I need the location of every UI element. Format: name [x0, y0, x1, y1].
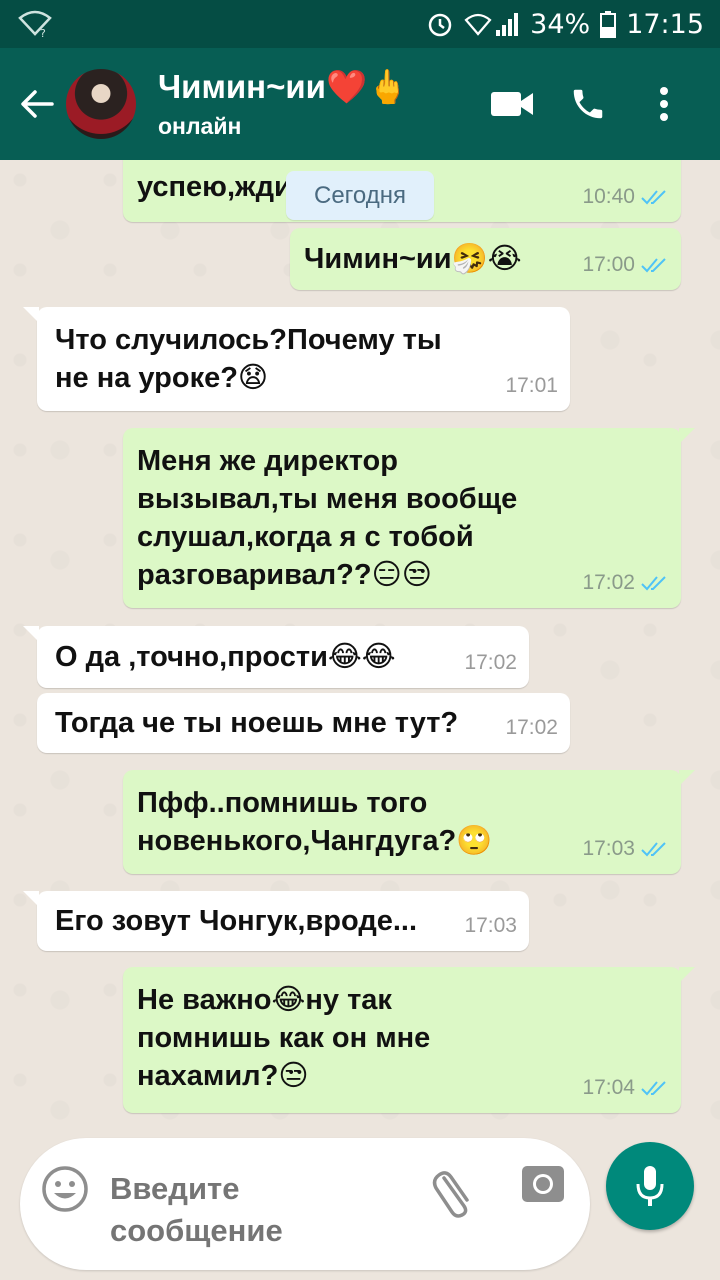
- message-text: Тогда че ты ноешь мне тут?: [55, 707, 459, 739]
- clock: 17:15: [626, 8, 704, 40]
- message-text: Чимин~ии🤧😭: [304, 243, 522, 275]
- more-menu-icon: [660, 87, 668, 121]
- camera-icon: [522, 1166, 564, 1202]
- back-button[interactable]: [8, 48, 66, 160]
- double-check-icon: [641, 258, 666, 273]
- message-time: 17:03: [464, 914, 517, 937]
- status-bar: ? 34% 17:15: [0, 0, 720, 48]
- mic-button[interactable]: [606, 1142, 694, 1230]
- camera-button[interactable]: [520, 1160, 570, 1210]
- message-time: 17:03: [582, 837, 635, 860]
- double-check-icon: [641, 1081, 666, 1096]
- battery-icon: [600, 10, 617, 38]
- contact-status: онлайн: [158, 113, 242, 139]
- message-text: О да ,точно,прости😂😂: [55, 641, 396, 673]
- date-separator: Сегодня: [286, 171, 434, 220]
- contact-info[interactable]: Чимин~ии❤️🖕 онлайн: [158, 67, 474, 141]
- attach-button[interactable]: [430, 1160, 480, 1220]
- message-input[interactable]: [110, 1168, 400, 1252]
- attach-icon: [432, 1171, 469, 1218]
- emoji-button[interactable]: [40, 1164, 90, 1214]
- battery-level: 34%: [530, 8, 591, 40]
- video-call-icon: [491, 92, 533, 116]
- chat-header: Чимин~ии❤️🖕 онлайн: [0, 48, 720, 160]
- double-check-icon: [641, 576, 666, 591]
- signal-icon: [464, 10, 520, 38]
- message-bubble[interactable]: Его зовут Чонгук,вроде... 17:03: [23, 891, 529, 951]
- message-text: Меня же директор вызывал,ты меня вообще …: [137, 445, 518, 591]
- message-composer: [20, 1138, 590, 1270]
- more-menu-button[interactable]: [626, 64, 702, 144]
- avatar[interactable]: [66, 69, 136, 139]
- message-time: 17:00: [582, 253, 635, 276]
- phone-icon: [573, 89, 603, 119]
- alarm-icon: [426, 10, 454, 38]
- message-bubble[interactable]: Тогда че ты ноешь мне тут? 17:02: [37, 693, 570, 753]
- message-bubble[interactable]: О да ,точно,прости😂😂 17:02: [23, 626, 529, 688]
- message-bubble[interactable]: Чимин~ии🤧😭 17:00: [290, 228, 681, 290]
- message-bubble[interactable]: Что случилось?Почему ты не на уроке?😧 17…: [23, 307, 570, 411]
- wifi-icon: ?: [18, 10, 52, 38]
- double-check-icon: [641, 842, 666, 857]
- double-check-icon: [641, 190, 666, 205]
- message-time: 17:02: [464, 651, 517, 674]
- message-time: 17:01: [505, 374, 558, 397]
- message-text: Что случилось?Почему ты не на уроке?😧: [55, 324, 442, 394]
- message-time: 17:04: [582, 1076, 635, 1099]
- contact-name: Чимин~ии❤️🖕: [158, 68, 409, 105]
- voice-call-button[interactable]: [550, 64, 626, 144]
- message-time: 10:40: [582, 185, 635, 208]
- message-bubble[interactable]: Меня же директор вызывал,ты меня вообще …: [123, 428, 695, 608]
- svg-text:?: ?: [40, 27, 46, 38]
- emoji-icon: [42, 1166, 88, 1212]
- back-arrow-icon: [21, 90, 54, 118]
- message-bubble[interactable]: Пфф..помнишь того новенького,Чангдуга?🙄 …: [123, 770, 695, 874]
- message-time: 17:02: [505, 716, 558, 739]
- message-text: Пфф..помнишь того новенького,Чангдуга?🙄: [137, 787, 493, 857]
- message-text: Не важно😂ну так помнишь как он мне нахам…: [137, 984, 431, 1092]
- message-text: Его зовут Чонгук,вроде...: [55, 905, 418, 937]
- chat-area[interactable]: успею,жди😄😍 10:40 Сегодня Чимин~ии🤧😭 17:…: [0, 160, 720, 1130]
- mic-icon: [636, 1166, 664, 1206]
- message-bubble[interactable]: Не важно😂ну так помнишь как он мне нахам…: [123, 967, 695, 1113]
- video-call-button[interactable]: [474, 64, 550, 144]
- message-time: 17:02: [582, 571, 635, 594]
